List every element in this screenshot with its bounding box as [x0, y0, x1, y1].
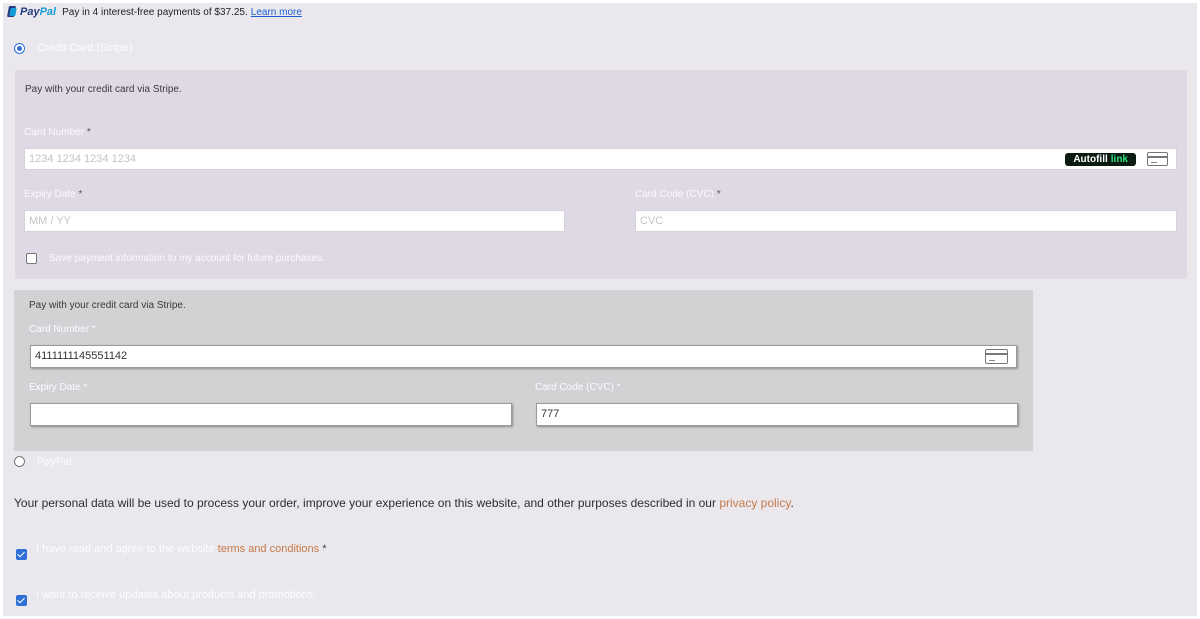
legacy-expiry-label: Expiry Date * — [29, 382, 88, 393]
legacy-card-number-label: Card Number * — [29, 324, 96, 335]
card-number-input[interactable]: 1234 1234 1234 1234 Autofill link — [24, 148, 1177, 170]
terms-label: I have read and agree to the website ter… — [36, 543, 327, 555]
learn-more-link[interactable]: Learn more — [251, 7, 302, 18]
checkout-payment-section: PayPal Pay in 4 interest-free payments o… — [3, 3, 1197, 616]
stripe-description: Pay with your credit card via Stripe. — [25, 84, 182, 95]
expiry-date-label: Expiry Date * — [24, 189, 83, 200]
autofill-link-button[interactable]: Autofill link — [1065, 153, 1136, 166]
paypal-logo-text: PayPal — [20, 6, 57, 18]
save-payment-label[interactable]: Save payment information to my account f… — [49, 253, 325, 264]
newsletter-checkbox[interactable] — [16, 595, 27, 606]
stripe-payment-box: Pay with your credit card via Stripe. Ca… — [15, 70, 1187, 279]
terms-link[interactable]: terms and conditions — [218, 543, 320, 555]
save-payment-checkbox[interactable] — [26, 253, 37, 264]
paypal-radio[interactable] — [14, 456, 25, 467]
legacy-card-number-input[interactable]: 4111111145551142 — [30, 345, 1017, 368]
credit-card-icon — [985, 349, 1008, 364]
card-code-label: Card Code (CVC) * — [635, 189, 721, 200]
paypal-banner-message: Pay in 4 interest-free payments of $37.2… — [62, 6, 248, 18]
legacy-card-code-input[interactable]: 777 — [536, 403, 1018, 426]
credit-card-label[interactable]: Credit Card (Stripe) — [37, 42, 132, 54]
privacy-notice: Your personal data will be used to proce… — [14, 496, 794, 510]
privacy-policy-link[interactable]: privacy policy — [719, 496, 790, 510]
legacy-card-form: Pay with your credit card via Stripe. Ca… — [14, 290, 1033, 451]
terms-checkbox[interactable] — [16, 549, 27, 560]
paypal-label[interactable]: PayPal — [37, 456, 72, 468]
legacy-card-number-value: 4111111145551142 — [35, 350, 128, 362]
paypal-logo-icon — [7, 6, 17, 18]
card-number-label: Card Number * — [24, 127, 91, 138]
credit-card-radio[interactable] — [14, 43, 25, 54]
credit-card-icon — [1147, 152, 1168, 166]
legacy-card-code-label: Card Code (CVC) * — [535, 382, 621, 393]
card-code-input[interactable]: CVC — [635, 210, 1177, 232]
paypal-pay-later-banner: PayPal Pay in 4 interest-free payments o… — [7, 5, 302, 19]
legacy-form-description: Pay with your credit card via Stripe. — [29, 300, 186, 311]
legacy-expiry-input[interactable] — [30, 403, 512, 426]
card-number-placeholder: 1234 1234 1234 1234 — [29, 153, 137, 165]
expiry-date-input[interactable]: MM / YY — [24, 210, 565, 232]
newsletter-label[interactable]: I want to receive updates about products… — [36, 589, 316, 601]
